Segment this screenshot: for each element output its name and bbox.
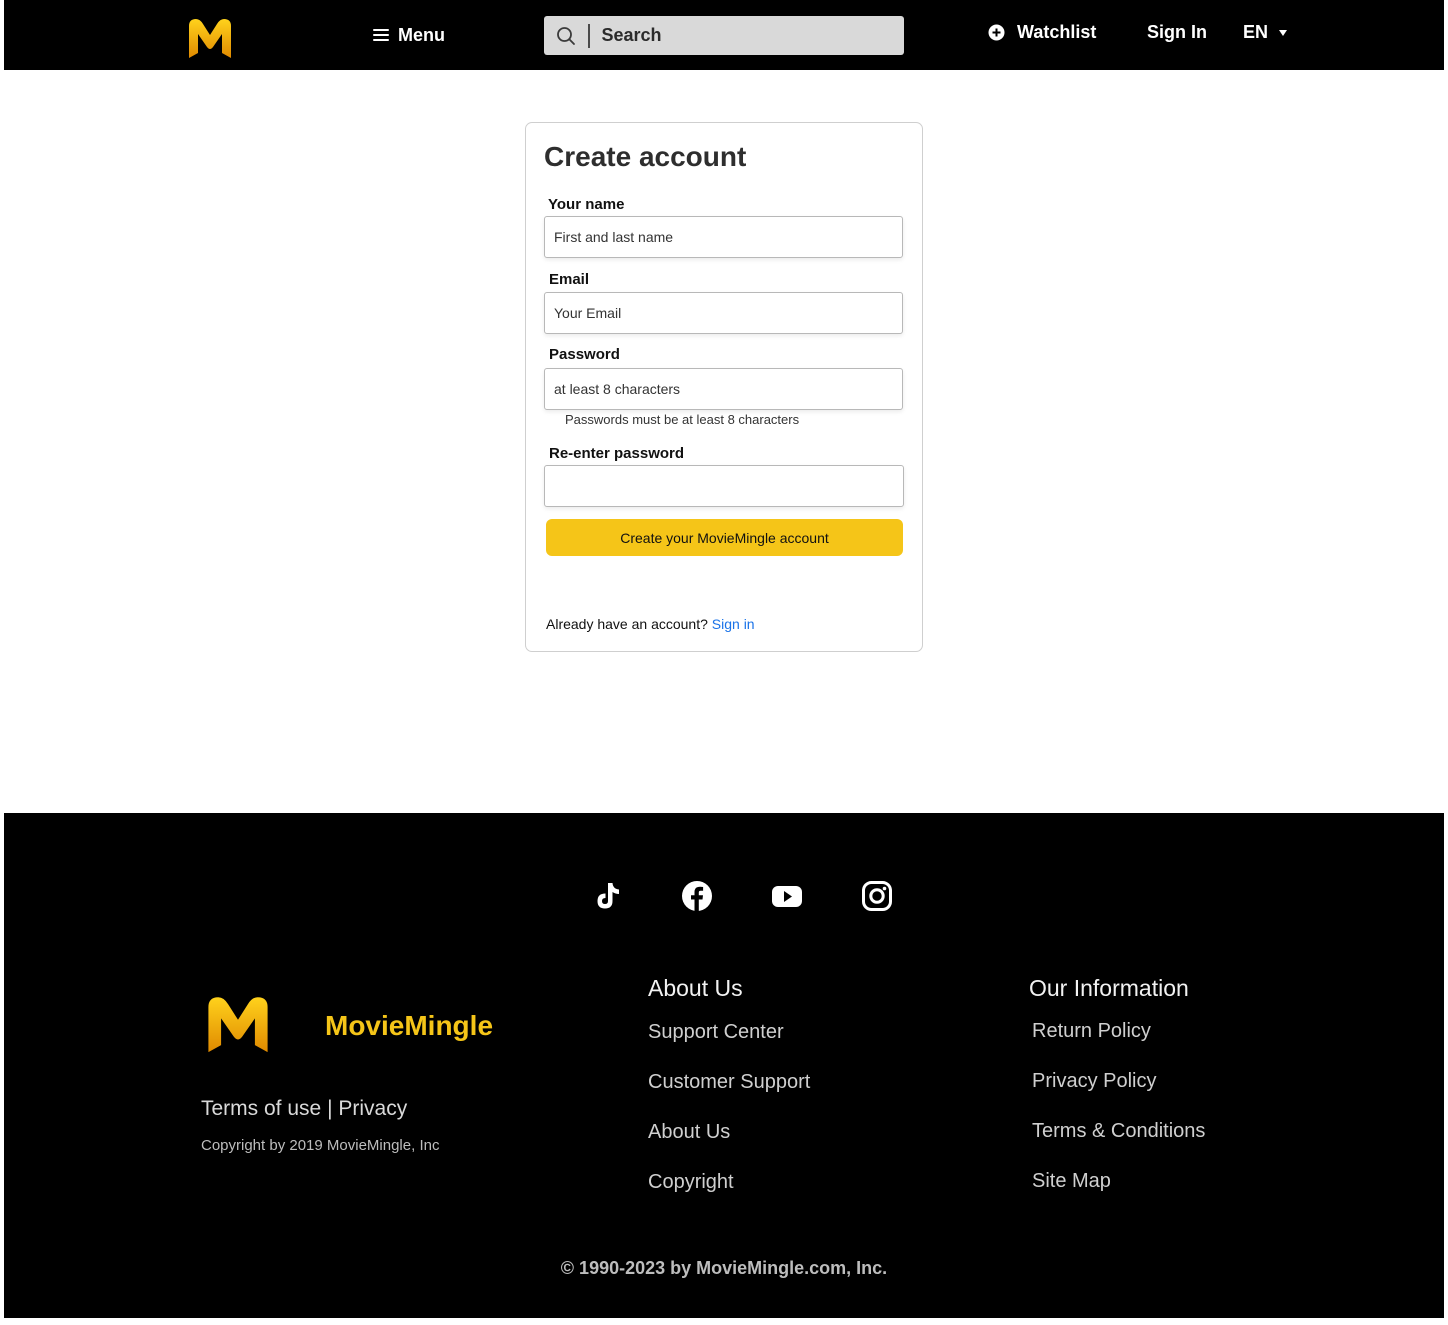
reenter-password-label: Re-enter password	[549, 445, 685, 462]
password-input[interactable]	[544, 368, 903, 410]
reenter-password-input[interactable]	[544, 465, 904, 507]
top-navbar: Menu Watchlist Sign In EN	[4, 0, 1444, 70]
create-account-card: Create account Your name Email Password …	[525, 122, 923, 652]
page-title: Create account	[544, 141, 747, 172]
footer-link-return-policy[interactable]: Return Policy	[1032, 1020, 1151, 1043]
language-selector[interactable]: EN	[1243, 22, 1288, 43]
watchlist-label: Watchlist	[1017, 22, 1097, 42]
copyright-notice: © 1990-2023 by MovieMingle.com, Inc.	[560, 1258, 888, 1278]
terms-of-use-link[interactable]: Terms of use	[201, 1097, 321, 1120]
already-text: Already have an account?	[546, 616, 708, 632]
footer-link-terms-conditions[interactable]: Terms & Conditions	[1032, 1120, 1205, 1143]
search-bar	[544, 16, 904, 55]
about-us-heading: About Us	[648, 975, 743, 1001]
moviemingle-logo-icon[interactable]	[186, 16, 234, 60]
footer-link-privacy-policy[interactable]: Privacy Policy	[1032, 1070, 1156, 1093]
name-label: Your name	[548, 196, 625, 213]
tiktok-icon[interactable]	[591, 880, 623, 912]
already-have-account: Already have an account? Sign in	[546, 616, 755, 632]
search-icon[interactable]	[556, 26, 576, 46]
add-plus-icon	[988, 24, 1005, 41]
our-information-heading: Our Information	[1029, 975, 1189, 1001]
copyright-small: Copyright by 2019 MovieMingle, Inc	[201, 1137, 440, 1154]
language-label: EN	[1243, 22, 1269, 42]
footer-link-site-map[interactable]: Site Map	[1032, 1170, 1111, 1193]
email-input[interactable]	[544, 292, 903, 334]
legal-separator: |	[327, 1097, 333, 1120]
password-label: Password	[549, 346, 620, 363]
watchlist-button[interactable]: Watchlist	[988, 22, 1096, 43]
moviemingle-logo-icon-footer[interactable]	[204, 993, 272, 1055]
youtube-icon[interactable]	[771, 880, 803, 912]
footer-link-copyright[interactable]: Copyright	[648, 1171, 734, 1194]
create-account-button[interactable]: Create your MovieMingle account	[546, 519, 903, 556]
search-input[interactable]	[599, 24, 884, 47]
hamburger-icon	[373, 29, 389, 41]
facebook-icon[interactable]	[681, 880, 713, 912]
footer-link-about-us[interactable]: About Us	[648, 1121, 730, 1144]
footer-link-support-center[interactable]: Support Center	[648, 1021, 784, 1044]
name-input[interactable]	[544, 216, 903, 258]
menu-label: Menu	[398, 24, 445, 45]
legal-links: Terms of use | Privacy	[201, 1097, 407, 1121]
password-hint: Passwords must be at least 8 characters	[565, 412, 800, 427]
menu-button[interactable]: Menu	[373, 22, 445, 48]
footer: MovieMingle Terms of use | Privacy Copyr…	[4, 813, 1444, 1318]
caret-down-icon	[1279, 29, 1288, 36]
instagram-icon[interactable]	[861, 880, 893, 912]
search-divider	[588, 23, 590, 48]
brand-name: MovieMingle	[325, 1010, 494, 1041]
email-label: Email	[549, 271, 590, 288]
page: Menu Watchlist Sign In EN Create acco	[4, 0, 1444, 1318]
privacy-link[interactable]: Privacy	[338, 1097, 407, 1120]
sign-in-link-form[interactable]: Sign in	[712, 616, 755, 632]
sign-in-link[interactable]: Sign In	[1147, 22, 1207, 43]
footer-link-customer-support[interactable]: Customer Support	[648, 1071, 810, 1094]
